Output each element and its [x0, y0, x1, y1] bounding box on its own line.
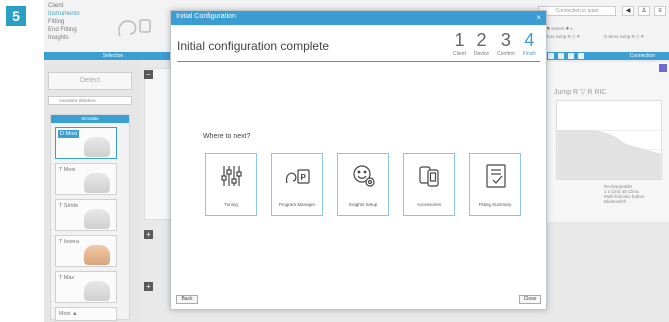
- speaker-icon[interactable]: ◀: [622, 6, 634, 16]
- nav-item-insights[interactable]: Insights: [48, 34, 80, 42]
- connection-bar: Connection: [538, 52, 669, 60]
- gain-curve-chart: [556, 100, 662, 180]
- chart-badge: [659, 64, 667, 72]
- page-title: Initial configuration complete: [177, 39, 330, 53]
- accessories-icon: [419, 166, 439, 187]
- checklist-icon: [486, 164, 506, 188]
- step-label: Device: [473, 51, 490, 57]
- device-card-label: Moxi ▲: [59, 311, 78, 317]
- step-label: Finish: [522, 51, 536, 57]
- hearing-aid-image: [84, 173, 110, 193]
- where-next-label: Where to next?: [203, 133, 251, 140]
- sliders-icon: [221, 166, 242, 186]
- step-number: 2: [476, 30, 487, 50]
- hearing-icon[interactable]: [578, 53, 584, 59]
- fitting-summary-tile[interactable]: Fitting Summary: [469, 153, 521, 216]
- right-chart-title: Jump R ▽ R RIC: [554, 89, 607, 96]
- info-icon[interactable]: [548, 53, 554, 59]
- initial-configuration-dialog: Initial Configuration × Initial configur…: [170, 10, 547, 310]
- step-device[interactable]: 2 Device: [474, 31, 489, 57]
- hearing-aid-image: [84, 245, 110, 265]
- step-number: 3: [500, 30, 511, 50]
- nav-item-end-fitting[interactable]: End Fitting: [48, 26, 80, 34]
- tile-label: Tuning: [224, 202, 238, 207]
- hearing-aid-outline-icon: [118, 19, 151, 37]
- battery-icon[interactable]: [568, 53, 574, 59]
- tile-label: Insights Setup: [348, 202, 378, 207]
- hearing-aid-image: [84, 137, 110, 157]
- device-card-label: T Moxi: [59, 167, 76, 173]
- next-destination-tiles: Tuning P Program Manager Insights Setup …: [205, 153, 521, 216]
- collapse-icon[interactable]: −: [144, 70, 153, 79]
- nav-item-client[interactable]: Client: [48, 2, 80, 10]
- nav-item-instrumento[interactable]: Instrumento: [48, 10, 80, 18]
- step-finish[interactable]: 4 Finish: [523, 31, 536, 57]
- device-card-label: T Insera: [59, 239, 80, 245]
- device-card-t-moxi[interactable]: T Moxi: [55, 163, 117, 195]
- step-number-badge: 5: [6, 6, 26, 26]
- device-card-label: T Max: [59, 275, 75, 281]
- step-label: Client: [453, 51, 466, 57]
- step-number: 4: [524, 30, 535, 50]
- expand-icon[interactable]: +: [144, 282, 153, 291]
- device-card-t-insera[interactable]: T Insera: [55, 235, 117, 267]
- device-list: Simulate D Moxi T Moxi T Stride T Insera…: [50, 114, 130, 321]
- step-client[interactable]: 1 Client: [453, 31, 466, 57]
- right-top-panel: Connection in quiet ◀ ♙ ≡ R ⯁ Detect ⯁ L…: [538, 0, 669, 60]
- expand-icon[interactable]: +: [144, 230, 153, 239]
- right-device-name: D Moxi Jump R ▽ R: [604, 34, 644, 39]
- device-info-text: Rechargeable 1 x (2/4) 48 Clinic Multi-f…: [604, 184, 645, 204]
- tile-label: Fitting Summary: [478, 202, 512, 207]
- device-list-header: Simulate: [51, 115, 129, 123]
- detect-button[interactable]: Detect: [48, 72, 132, 90]
- program-manager-tile[interactable]: P Program Manager: [271, 153, 323, 216]
- wizard-steps: 1 Client 2 Device 3 Confirm 4 Finish: [453, 31, 536, 57]
- accessories-tile[interactable]: Accessories: [403, 153, 455, 216]
- step-confirm[interactable]: 3 Confirm: [497, 31, 515, 57]
- nav-list: Client Instrumento Fitting End Fitting I…: [48, 2, 80, 42]
- left-device-panel: Detect Assistant Wireless Simulate D Mox…: [44, 62, 140, 322]
- warning-icon[interactable]: [558, 53, 564, 59]
- device-card-moxi[interactable]: Moxi ▲: [55, 307, 117, 321]
- device-card-t-stride[interactable]: T Stride: [55, 199, 117, 231]
- device-card-t-max[interactable]: T Max: [55, 271, 117, 303]
- tile-label: Accessories: [416, 202, 442, 207]
- connection-status[interactable]: Connection in quiet: [538, 6, 616, 16]
- heading-divider: [177, 61, 540, 62]
- svg-text:P: P: [301, 173, 307, 182]
- step-label: Confirm: [497, 51, 515, 57]
- close-button[interactable]: Close: [519, 295, 541, 304]
- nav-item-fitting[interactable]: Fitting: [48, 18, 80, 26]
- dialog-titlebar: Initial Configuration ×: [171, 11, 546, 25]
- device-card-label: D Moxi: [58, 130, 80, 138]
- tile-label: Program Manager: [278, 202, 316, 207]
- selection-tab[interactable]: Selection: [44, 52, 182, 60]
- menu-icon[interactable]: ≡: [654, 6, 666, 16]
- program-manager-icon: P: [285, 169, 310, 184]
- back-button[interactable]: Back: [176, 295, 198, 304]
- close-icon[interactable]: ×: [536, 13, 541, 22]
- insights-gear-icon: [353, 165, 375, 187]
- right-chart-panel: Jump R ▽ R RIC Rechargeable 1 x (2/4) 48…: [544, 62, 669, 222]
- insights-setup-tile[interactable]: Insights Setup: [337, 153, 389, 216]
- connection-bar-label: Connection: [629, 53, 655, 59]
- dialog-title: Initial Configuration: [176, 13, 236, 20]
- hearing-aid-image: [84, 209, 110, 229]
- device-card-label: T Stride: [59, 203, 79, 209]
- assistant-select[interactable]: Assistant Wireless: [48, 96, 132, 105]
- hearing-aid-image: [84, 281, 110, 301]
- tuning-tile[interactable]: Tuning: [205, 153, 257, 216]
- step-number: 1: [454, 30, 465, 50]
- person-icon[interactable]: ♙: [638, 6, 650, 16]
- device-card-d-moxi[interactable]: D Moxi: [55, 127, 117, 159]
